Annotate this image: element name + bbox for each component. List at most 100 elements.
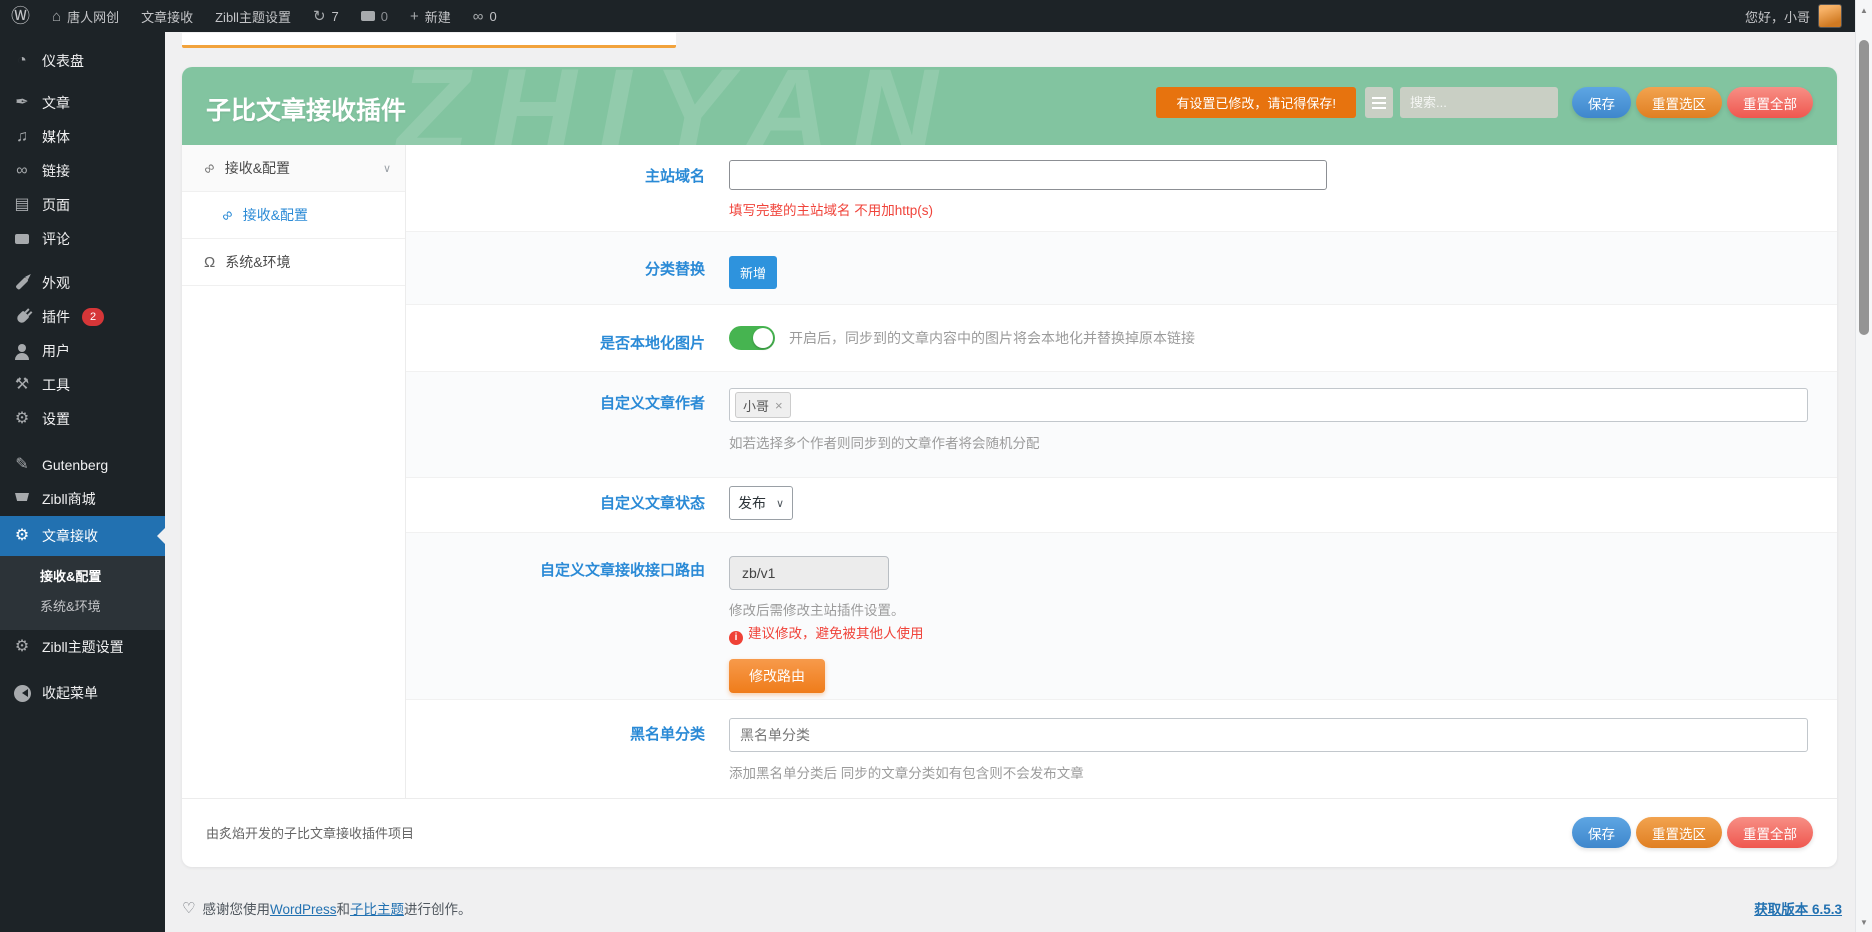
admin-bar-zibll-settings[interactable]: Zibll主题设置 bbox=[204, 0, 302, 32]
dashboard-icon: ◔ bbox=[12, 53, 32, 69]
sidebar-item-pages[interactable]: ▤ 页面 bbox=[0, 188, 165, 222]
blacklist-category-hint: 添加黑名单分类后 同步的文章分类如有包含则不会发布文章 bbox=[729, 762, 1837, 782]
gear-icon: ⚙ bbox=[12, 639, 32, 655]
sidebar-item-comments[interactable]: 评论 bbox=[0, 222, 165, 256]
page-scrollbar[interactable]: ▲ ▼ bbox=[1855, 0, 1872, 932]
unsaved-changes-notice[interactable]: 有设置已修改，请记得保存! bbox=[1156, 87, 1356, 118]
sidebar-item-posts[interactable]: ✒ 文章 bbox=[0, 86, 165, 120]
main-domain-label: 主站域名 bbox=[406, 145, 729, 231]
localize-images-label: 是否本地化图片 bbox=[406, 305, 729, 371]
form-row-category-replace: 分类替换 新增 bbox=[406, 232, 1837, 305]
post-status-label: 自定义文章状态 bbox=[406, 478, 729, 532]
collapse-arrow-icon bbox=[14, 685, 31, 702]
admin-bar-new[interactable]: + 新建 bbox=[399, 0, 462, 32]
post-status-select[interactable]: 发布 ∨ bbox=[729, 486, 793, 520]
updates-count: 7 bbox=[332, 9, 339, 24]
admin-bar-permalink[interactable]: ∞ 0 bbox=[462, 0, 508, 32]
plug-icon bbox=[15, 310, 29, 324]
custom-author-input[interactable]: 小哥 × bbox=[729, 388, 1808, 422]
submenu-item-system-env[interactable]: 系统&环境 bbox=[0, 592, 165, 622]
plugin-header: ZHIYAN 子比文章接收插件 有设置已修改，请记得保存! 保存 重置选区 重置… bbox=[182, 67, 1837, 145]
submenu-item-receive-config[interactable]: 接收&配置 bbox=[0, 562, 165, 592]
save-button[interactable]: 保存 bbox=[1572, 87, 1631, 118]
scrollbar-up-arrow[interactable]: ▲ bbox=[1856, 2, 1872, 18]
localize-images-toggle[interactable] bbox=[729, 326, 775, 350]
scrollbar-thumb[interactable] bbox=[1859, 40, 1869, 335]
get-version-link[interactable]: 获取版本 6.5.3 bbox=[1754, 902, 1842, 917]
settings-nav: ∞ 接收&配置 ∨ ∞ 接收&配置 Ω 系统&环境 bbox=[182, 145, 406, 798]
modify-route-button[interactable]: 修改路由 bbox=[729, 659, 825, 693]
pin-icon: ✒ bbox=[12, 95, 32, 111]
nav-receive-config-parent[interactable]: ∞ 接收&配置 ∨ bbox=[182, 145, 405, 192]
chain-icon: ∞ bbox=[12, 163, 32, 179]
chevron-down-icon: ∨ bbox=[776, 497, 784, 510]
api-route-input[interactable] bbox=[729, 556, 889, 590]
user-icon bbox=[14, 343, 30, 359]
reset-section-button-bottom[interactable]: 重置选区 bbox=[1636, 817, 1722, 848]
blacklist-category-input[interactable] bbox=[729, 718, 1808, 752]
media-icon: ♫ bbox=[12, 129, 32, 145]
chevron-down-icon: ∨ bbox=[383, 162, 391, 175]
wordpress-logo-menu[interactable]: Ⓦ bbox=[0, 0, 41, 32]
reset-all-button-bottom[interactable]: 重置全部 bbox=[1727, 817, 1813, 848]
save-button-bottom[interactable]: 保存 bbox=[1572, 817, 1631, 848]
api-route-hint: 修改后需修改主站插件设置。 bbox=[729, 599, 1837, 619]
wp-footer-thanks: ♡ 感谢您使用WordPress和子比主题进行创作。 bbox=[182, 898, 471, 918]
plugin-settings-card: ZHIYAN 子比文章接收插件 有设置已修改，请记得保存! 保存 重置选区 重置… bbox=[182, 67, 1837, 867]
comments-count: 0 bbox=[381, 9, 388, 24]
wordpress-logo-icon: Ⓦ bbox=[11, 7, 30, 26]
zibll-theme-link[interactable]: 子比主题 bbox=[350, 902, 404, 917]
nav-system-env[interactable]: Ω 系统&环境 bbox=[182, 239, 405, 286]
category-replace-label: 分类替换 bbox=[406, 232, 729, 304]
reset-section-button[interactable]: 重置选区 bbox=[1636, 87, 1722, 118]
plugins-update-badge: 2 bbox=[82, 308, 104, 326]
pages-icon: ▤ bbox=[12, 197, 32, 213]
sidebar-item-tools[interactable]: ⚒ 工具 bbox=[0, 368, 165, 402]
sidebar-item-collapse-menu[interactable]: 收起菜单 bbox=[0, 676, 165, 710]
admin-bar-updates[interactable]: ↻ 7 bbox=[302, 0, 350, 32]
custom-author-label: 自定义文章作者 bbox=[406, 372, 729, 477]
author-tag-chip: 小哥 × bbox=[735, 392, 791, 418]
admin-bar-greeting[interactable]: 您好，小哥 bbox=[1745, 7, 1810, 26]
reset-all-button[interactable]: 重置全部 bbox=[1727, 87, 1813, 118]
admin-bar-article-receive[interactable]: 文章接收 bbox=[130, 0, 204, 32]
admin-sidebar: ◔ 仪表盘 ✒ 文章 ♫ 媒体 ∞ 链接 ▤ 页面 评论 外观 插件 2 用户 … bbox=[0, 32, 165, 932]
sidebar-item-users[interactable]: 用户 bbox=[0, 334, 165, 368]
sidebar-item-zibll-theme-settings[interactable]: ⚙ Zibll主题设置 bbox=[0, 630, 165, 664]
sidebar-item-article-receive[interactable]: ⚙ 文章接收 bbox=[0, 516, 165, 556]
form-row-main-domain: 主站域名 填写完整的主站域名 不用加http(s) bbox=[406, 145, 1837, 232]
comments-icon bbox=[361, 11, 375, 21]
tools-icon: ⚒ bbox=[12, 377, 32, 393]
sidebar-item-zibll-shop[interactable]: Zibll商城 bbox=[0, 482, 165, 516]
blacklist-category-label: 黑名单分类 bbox=[406, 700, 729, 798]
sidebar-item-gutenberg[interactable]: ✎ Gutenberg bbox=[0, 448, 165, 482]
watermark-text: ZHIYAN bbox=[397, 67, 959, 145]
comment-bubble-icon bbox=[15, 234, 29, 244]
remove-tag-icon[interactable]: × bbox=[775, 398, 783, 413]
sidebar-item-appearance[interactable]: 外观 bbox=[0, 266, 165, 300]
main-domain-hint: 填写完整的主站域名 不用加http(s) bbox=[729, 199, 1837, 219]
settings-form: 主站域名 填写完整的主站域名 不用加http(s) 分类替换 新增 是否本地化图… bbox=[406, 145, 1837, 798]
user-avatar[interactable] bbox=[1818, 4, 1842, 28]
form-row-localize-images: 是否本地化图片 开启后，同步到的文章内容中的图片将会本地化并替换掉原本链接 bbox=[406, 305, 1837, 372]
admin-bar-comments[interactable]: 0 bbox=[350, 0, 399, 32]
developer-credit: 由炙焰开发的子比文章接收插件项目 bbox=[206, 823, 414, 842]
wordpress-link[interactable]: WordPress bbox=[270, 902, 337, 917]
sidebar-item-dashboard[interactable]: ◔ 仪表盘 bbox=[0, 44, 165, 78]
settings-icon: ⚙ bbox=[12, 411, 32, 427]
scrollbar-down-arrow[interactable]: ▼ bbox=[1856, 914, 1872, 930]
updates-icon: ↻ bbox=[313, 9, 326, 24]
form-row-custom-author: 自定义文章作者 小哥 × 如若选择多个作者则同步到的文章作者将会随机分配 bbox=[406, 372, 1837, 478]
sidebar-item-plugins[interactable]: 插件 2 bbox=[0, 300, 165, 334]
sidebar-item-media[interactable]: ♫ 媒体 bbox=[0, 120, 165, 154]
main-domain-input[interactable] bbox=[729, 160, 1327, 190]
sidebar-item-links[interactable]: ∞ 链接 bbox=[0, 154, 165, 188]
nav-receive-config-sub[interactable]: ∞ 接收&配置 bbox=[182, 192, 405, 239]
custom-author-hint: 如若选择多个作者则同步到的文章作者将会随机分配 bbox=[729, 432, 1837, 452]
add-category-button[interactable]: 新增 bbox=[729, 256, 777, 289]
article-receive-submenu: 接收&配置 系统&环境 bbox=[0, 556, 165, 630]
admin-bar-site-name[interactable]: ⌂ 唐人网创 bbox=[41, 0, 130, 32]
menu-list-icon-button[interactable] bbox=[1365, 87, 1393, 118]
settings-search-input[interactable] bbox=[1400, 87, 1558, 118]
sidebar-item-settings[interactable]: ⚙ 设置 bbox=[0, 402, 165, 436]
